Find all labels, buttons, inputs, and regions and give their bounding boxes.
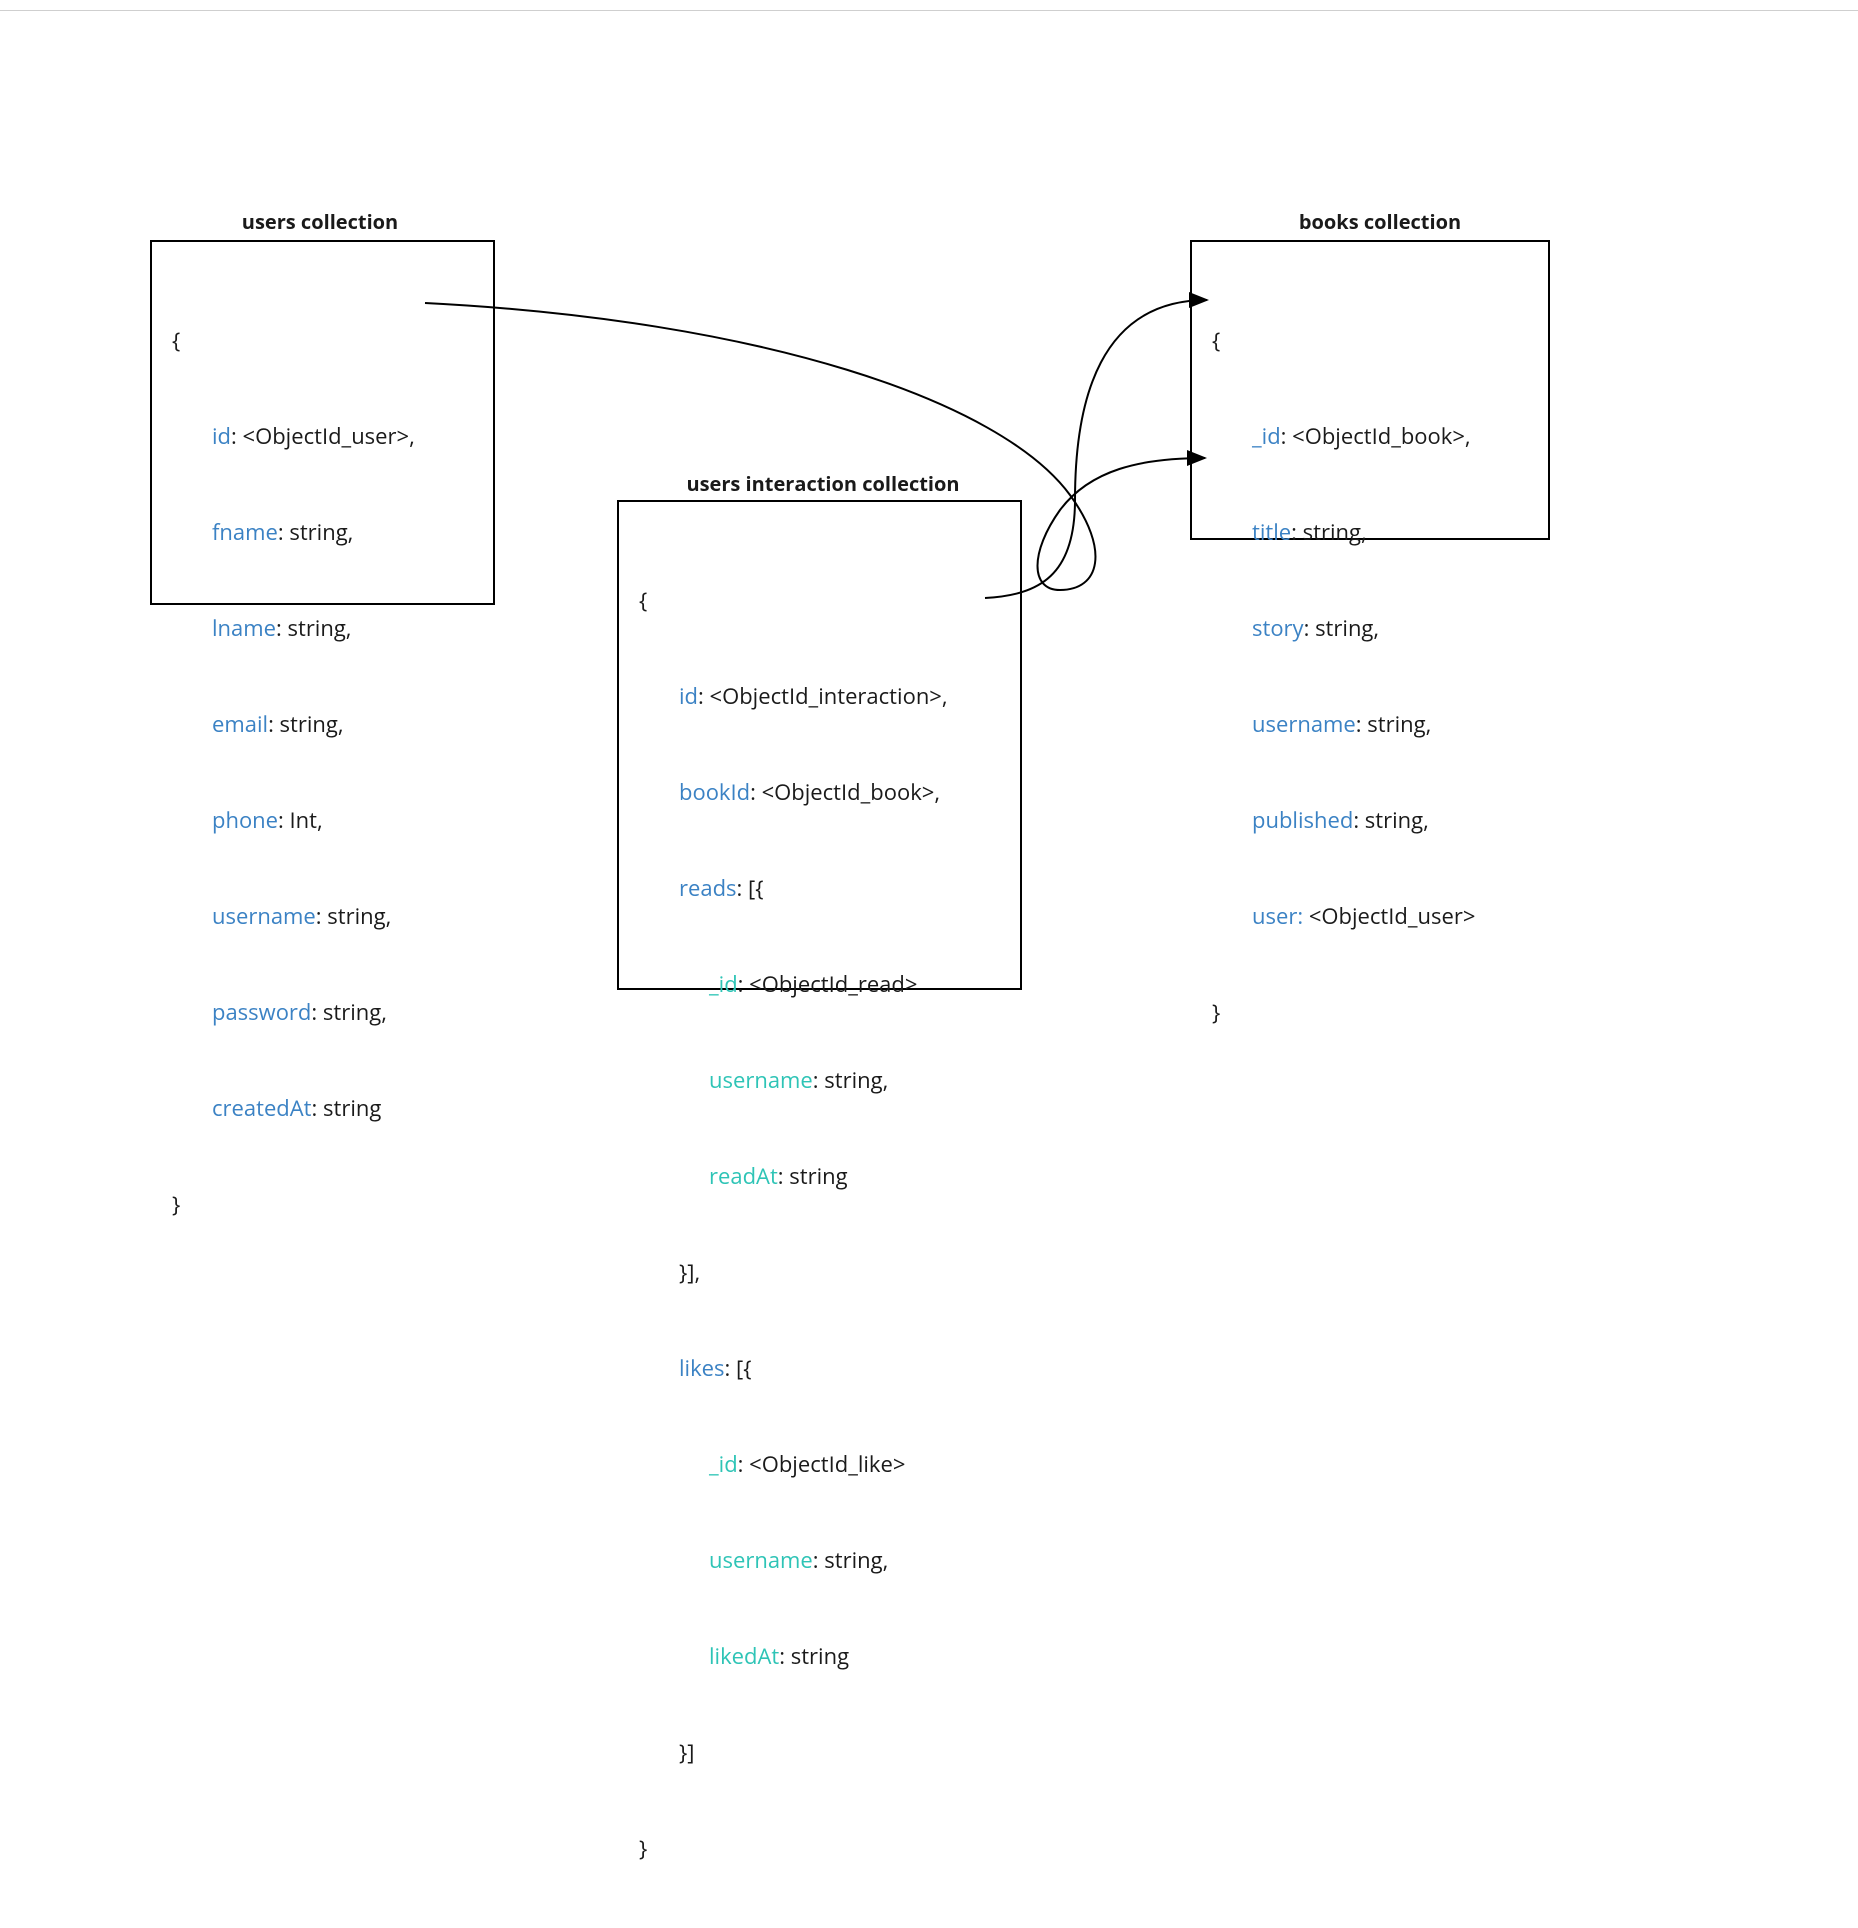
field-type: : string, [813, 1065, 889, 1095]
field-type: : <ObjectId_interaction>, [698, 681, 948, 711]
field-key: user: [1252, 901, 1303, 931]
field-type: : Int, [278, 805, 323, 835]
brace-open: { [1212, 324, 1528, 356]
code-line: }], [679, 1257, 700, 1287]
field-type: <ObjectId_user> [1303, 901, 1475, 931]
field-key: createdAt [212, 1093, 312, 1123]
panel-interaction: { id: <ObjectId_interaction>, bookId: <O… [617, 500, 1022, 990]
brace-close: } [639, 1832, 1000, 1864]
field-key: _id [709, 969, 738, 999]
code-line: }] [679, 1737, 694, 1767]
field-key: _id [709, 1449, 738, 1479]
field-key: phone [212, 805, 278, 835]
field-key: story [1252, 613, 1304, 643]
field-key: lname [212, 613, 276, 643]
panel-title-users: users collection [210, 208, 430, 235]
panel-title-books: books collection [1270, 208, 1490, 235]
field-type: : string, [311, 997, 387, 1027]
field-type: : string [312, 1093, 382, 1123]
field-type: : string, [276, 613, 352, 643]
field-type: : string, [1304, 613, 1380, 643]
field-type: : string [778, 1161, 848, 1191]
field-type: : string [779, 1641, 849, 1671]
field-key: _id [1252, 421, 1281, 451]
field-key: title [1252, 517, 1291, 547]
field-key: likes [679, 1353, 725, 1383]
field-key: username [709, 1545, 813, 1575]
field-key: readAt [709, 1161, 778, 1191]
field-key: email [212, 709, 268, 739]
field-type: : string, [278, 517, 354, 547]
brace-open: { [172, 324, 473, 356]
field-type: : string, [813, 1545, 889, 1575]
brace-open: { [639, 584, 1000, 616]
field-type: : string, [1353, 805, 1429, 835]
field-key: password [212, 997, 311, 1027]
field-type: : string, [316, 901, 392, 931]
field-key: id [212, 421, 231, 451]
brace-close: } [172, 1188, 473, 1220]
field-type: : <ObjectId_user>, [231, 421, 415, 451]
panel-title-interaction: users interaction collection [668, 470, 978, 497]
field-key: fname [212, 517, 278, 547]
field-type: : <ObjectId_read> [738, 969, 918, 999]
field-type: : string, [268, 709, 344, 739]
field-type: : [{ [737, 873, 764, 903]
panel-books: { _id: <ObjectId_book>, title: string, s… [1190, 240, 1550, 540]
field-type: : <ObjectId_like> [738, 1449, 906, 1479]
field-key: id [679, 681, 698, 711]
field-type: : <ObjectId_book>, [1281, 421, 1471, 451]
field-key: published [1252, 805, 1353, 835]
field-key: bookId [679, 777, 750, 807]
field-type: : string, [1291, 517, 1367, 547]
diagram-canvas: users collection users interaction colle… [0, 0, 1858, 1130]
field-type: : string, [1356, 709, 1432, 739]
field-type: : [{ [725, 1353, 752, 1383]
panel-users: { id: <ObjectId_user>, fname: string, ln… [150, 240, 495, 605]
field-type: : <ObjectId_book>, [750, 777, 940, 807]
field-key: likedAt [709, 1641, 779, 1671]
field-key: username [709, 1065, 813, 1095]
field-key: username [1252, 709, 1356, 739]
brace-close: } [1212, 996, 1528, 1028]
field-key: username [212, 901, 316, 931]
field-key: reads [679, 873, 737, 903]
